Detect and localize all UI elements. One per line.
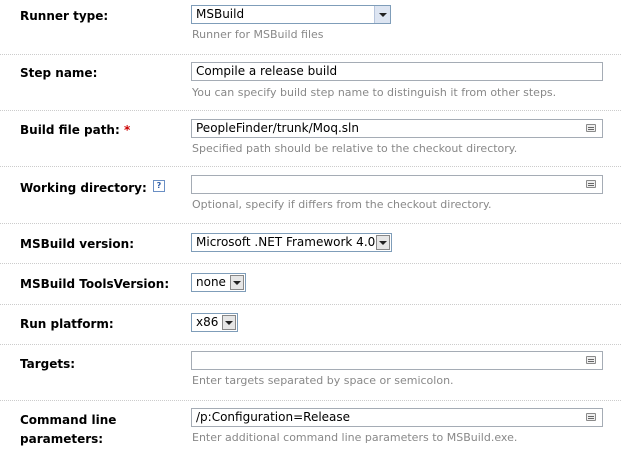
run-platform-select[interactable]: x86 <box>191 313 238 332</box>
chevron-down-icon[interactable] <box>230 275 244 290</box>
build-file-path-note: Specified path should be relative to the… <box>192 142 518 155</box>
step-name-label: Step name: <box>20 66 98 80</box>
command-line-input[interactable]: /p:Configuration=Release <box>191 408 603 427</box>
runner-type-value: MSBuild <box>196 7 245 21</box>
file-tree-picker-icon[interactable] <box>586 124 596 132</box>
msbuild-version-value: Microsoft .NET Framework 4.0 <box>196 235 376 249</box>
command-line-label-line1: Command line <box>20 413 117 427</box>
tools-version-select[interactable]: none <box>191 273 246 292</box>
targets-row: Targets: Enter targets separated by spac… <box>0 345 621 401</box>
tools-version-label: MSBuild ToolsVersion: <box>20 277 170 291</box>
msbuild-version-label: MSBuild version: <box>20 237 134 251</box>
build-file-path-input[interactable]: PeopleFinder/trunk/Moq.sln <box>191 119 603 138</box>
tools-version-row: MSBuild ToolsVersion: none <box>0 264 621 305</box>
step-name-note: You can specify build step name to disti… <box>192 86 557 99</box>
working-directory-input[interactable] <box>191 175 603 194</box>
tools-version-value: none <box>196 275 226 289</box>
runner-type-row: Runner type: MSBuild Runner for MSBuild … <box>0 0 621 55</box>
chevron-down-icon[interactable] <box>376 235 390 250</box>
run-platform-value: x86 <box>196 315 219 329</box>
working-directory-label: Working directory: <box>20 181 147 195</box>
working-directory-note: Optional, specify if differs from the ch… <box>192 198 492 211</box>
targets-label: Targets: <box>20 357 76 371</box>
step-name-input[interactable]: Compile a release build <box>191 62 603 81</box>
targets-input[interactable] <box>191 351 603 370</box>
run-platform-label: Run platform: <box>20 317 114 331</box>
msbuild-version-row: MSBuild version: Microsoft .NET Framewor… <box>0 224 621 264</box>
command-line-label: Command line parameters: <box>20 411 116 449</box>
command-line-value: /p:Configuration=Release <box>196 410 351 424</box>
runner-type-select[interactable]: MSBuild <box>191 5 391 24</box>
file-tree-picker-icon[interactable] <box>586 413 596 421</box>
build-file-path-label-wrap: Build file path: * <box>20 121 130 140</box>
build-file-path-label: Build file path: <box>20 123 120 137</box>
runner-type-label: Runner type: <box>20 9 109 23</box>
chevron-down-icon[interactable] <box>374 6 390 23</box>
msbuild-version-select[interactable]: Microsoft .NET Framework 4.0 <box>191 233 392 252</box>
required-marker: * <box>123 123 131 137</box>
file-tree-picker-icon[interactable] <box>586 180 596 188</box>
command-line-note: Enter additional command line parameters… <box>192 431 518 444</box>
targets-note: Enter targets separated by space or semi… <box>192 374 454 387</box>
step-name-row: Step name: Compile a release build You c… <box>0 55 621 111</box>
chevron-down-icon[interactable] <box>222 315 236 330</box>
build-file-path-value: PeopleFinder/trunk/Moq.sln <box>196 121 359 135</box>
file-tree-picker-icon[interactable] <box>586 356 596 364</box>
help-icon[interactable]: ? <box>152 180 165 192</box>
working-directory-row: Working directory: ? Optional, specify i… <box>0 167 621 224</box>
command-line-row: Command line parameters: /p:Configuratio… <box>0 401 621 455</box>
runner-type-note: Runner for MSBuild files <box>192 28 324 41</box>
step-name-value: Compile a release build <box>196 64 338 78</box>
command-line-label-line2: parameters: <box>20 432 104 446</box>
build-file-path-row: Build file path: * PeopleFinder/trunk/Mo… <box>0 111 621 167</box>
working-directory-label-wrap: Working directory: ? <box>20 179 165 198</box>
run-platform-row: Run platform: x86 <box>0 305 621 345</box>
